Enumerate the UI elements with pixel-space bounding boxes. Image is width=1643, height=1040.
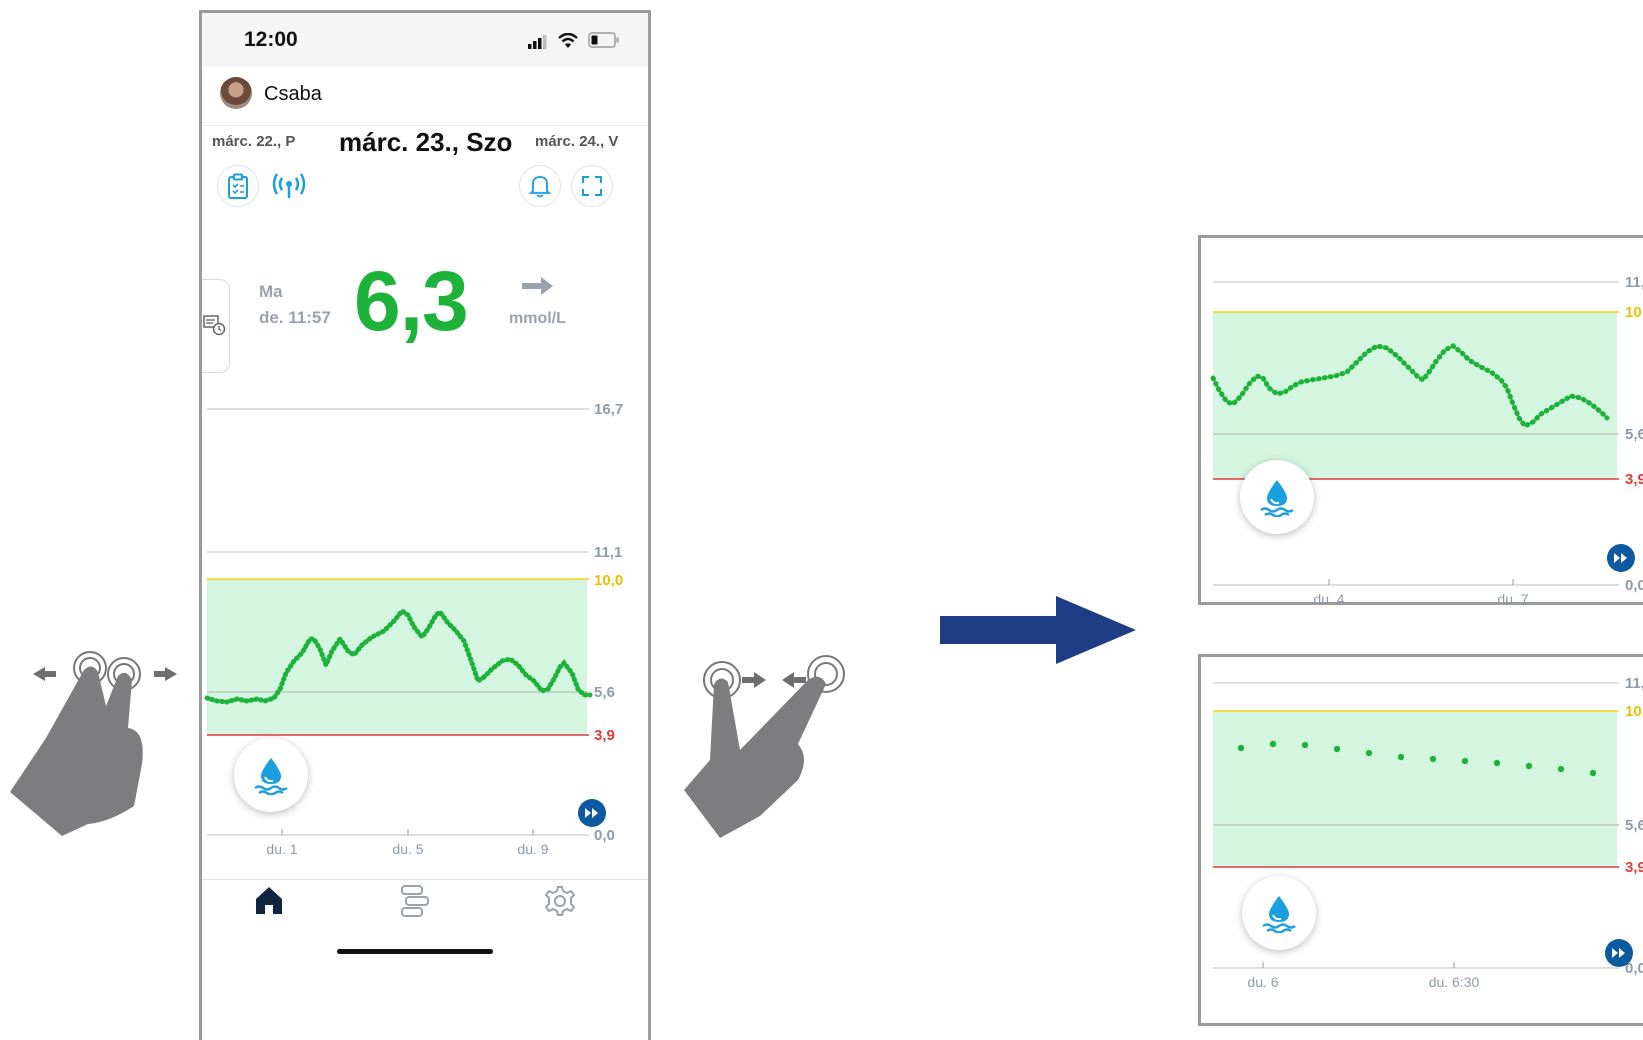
- home-icon[interactable]: [254, 885, 284, 915]
- x-label-2: du. 5: [392, 841, 423, 857]
- mini2-y-low: 3,9: [1625, 859, 1643, 876]
- prev-date-link[interactable]: márc. 22., P: [212, 133, 295, 150]
- reading-day: Ma: [259, 282, 283, 301]
- tab-bar-divider: [202, 879, 648, 880]
- mini1-y-zero: 0,0: [1625, 577, 1643, 594]
- y-label-zero: 0,0: [594, 827, 615, 844]
- mini1-jump-button[interactable]: [1607, 544, 1635, 572]
- mini1-add-entry-button[interactable]: [1240, 460, 1314, 534]
- add-entry-button[interactable]: [234, 738, 308, 812]
- mini2-y-top: 11,: [1625, 675, 1643, 692]
- mini2-add-entry-button[interactable]: [1242, 876, 1316, 950]
- bell-icon: [529, 176, 551, 198]
- status-bar: 12:00: [202, 13, 648, 67]
- drop-waves-icon: [254, 758, 288, 795]
- zoomed-chart-1[interactable]: 11, 10 5,6 3,9 0,0 du. 4 du. 7: [1198, 235, 1643, 605]
- home-indicator: [337, 949, 493, 954]
- mini2-jump-button[interactable]: [1605, 939, 1633, 967]
- settings-icon[interactable]: [544, 885, 576, 917]
- mini2-x-1: du. 6: [1247, 974, 1278, 990]
- avatar[interactable]: [220, 77, 252, 109]
- mini2-y-mid: 5,6: [1625, 817, 1643, 834]
- status-time: 12:00: [244, 28, 298, 51]
- drop-waves-icon: [1260, 480, 1294, 517]
- fast-forward-icon: [1614, 553, 1627, 563]
- target-range-area: [207, 579, 587, 735]
- y-label-mid: 5,6: [594, 684, 615, 701]
- glucose-unit: mmol/L: [509, 310, 566, 327]
- mini1-y-top: 11,: [1625, 274, 1643, 291]
- report-button[interactable]: [217, 165, 259, 207]
- mini1-y-mid: 5,6: [1625, 426, 1643, 443]
- history-side-tab[interactable]: [202, 279, 230, 373]
- y-label-low: 3,9: [594, 727, 615, 744]
- arrow-right-icon: [522, 277, 553, 295]
- y-label-high: 10,0: [594, 572, 623, 589]
- expand-icon: [582, 176, 602, 196]
- x-label-3: du. 9: [517, 841, 548, 857]
- clipboard-icon: [228, 173, 248, 199]
- drop-waves-icon: [1262, 896, 1296, 933]
- reading-timestamp: Ma de. 11:57: [259, 279, 331, 331]
- pinch-icon: [684, 655, 845, 838]
- broadcast-icon[interactable]: [271, 171, 307, 201]
- mini1-x-1: du. 4: [1313, 591, 1344, 602]
- reading-time: de. 11:57: [259, 308, 331, 327]
- user-name: Csaba: [264, 83, 322, 105]
- transition-arrow-icon: [940, 596, 1136, 664]
- glucose-value: 6,3: [354, 254, 469, 348]
- mini1-y-low: 3,9: [1625, 471, 1643, 488]
- x-label-1: du. 1: [266, 841, 297, 857]
- history-icon: [203, 315, 226, 336]
- current-date: márc. 23., Szo: [339, 127, 513, 157]
- y-label-max: 16,7: [594, 401, 623, 418]
- mini2-x-2: du. 6:30: [1429, 974, 1480, 990]
- swipe-two-finger-icon: [10, 651, 177, 836]
- fast-forward-icon: [585, 808, 598, 818]
- mini1-y-high: 10: [1625, 304, 1642, 321]
- phone-screen: 12:00 Csaba márc. 22., P márc. 23., Szo …: [199, 10, 651, 1040]
- next-date-link[interactable]: márc. 24., V: [535, 133, 618, 150]
- signal-icon: [528, 35, 547, 49]
- fullscreen-button[interactable]: [571, 165, 613, 207]
- wifi-icon: [558, 33, 578, 48]
- user-header[interactable]: Csaba: [202, 67, 648, 126]
- y-label-top: 11,1: [594, 544, 622, 561]
- jump-to-now-button[interactable]: [578, 799, 606, 827]
- fast-forward-icon: [1612, 948, 1625, 958]
- battery-icon: [588, 32, 619, 48]
- alarm-button[interactable]: [519, 165, 561, 207]
- mini1-x-2: du. 7: [1497, 591, 1528, 602]
- mini2-y-high: 10,: [1625, 703, 1643, 720]
- zoomed-chart-2[interactable]: 11, 10, 5,6 3,9 0,0 du. 6 du. 6:30: [1198, 654, 1643, 1026]
- log-icon[interactable]: [400, 885, 430, 917]
